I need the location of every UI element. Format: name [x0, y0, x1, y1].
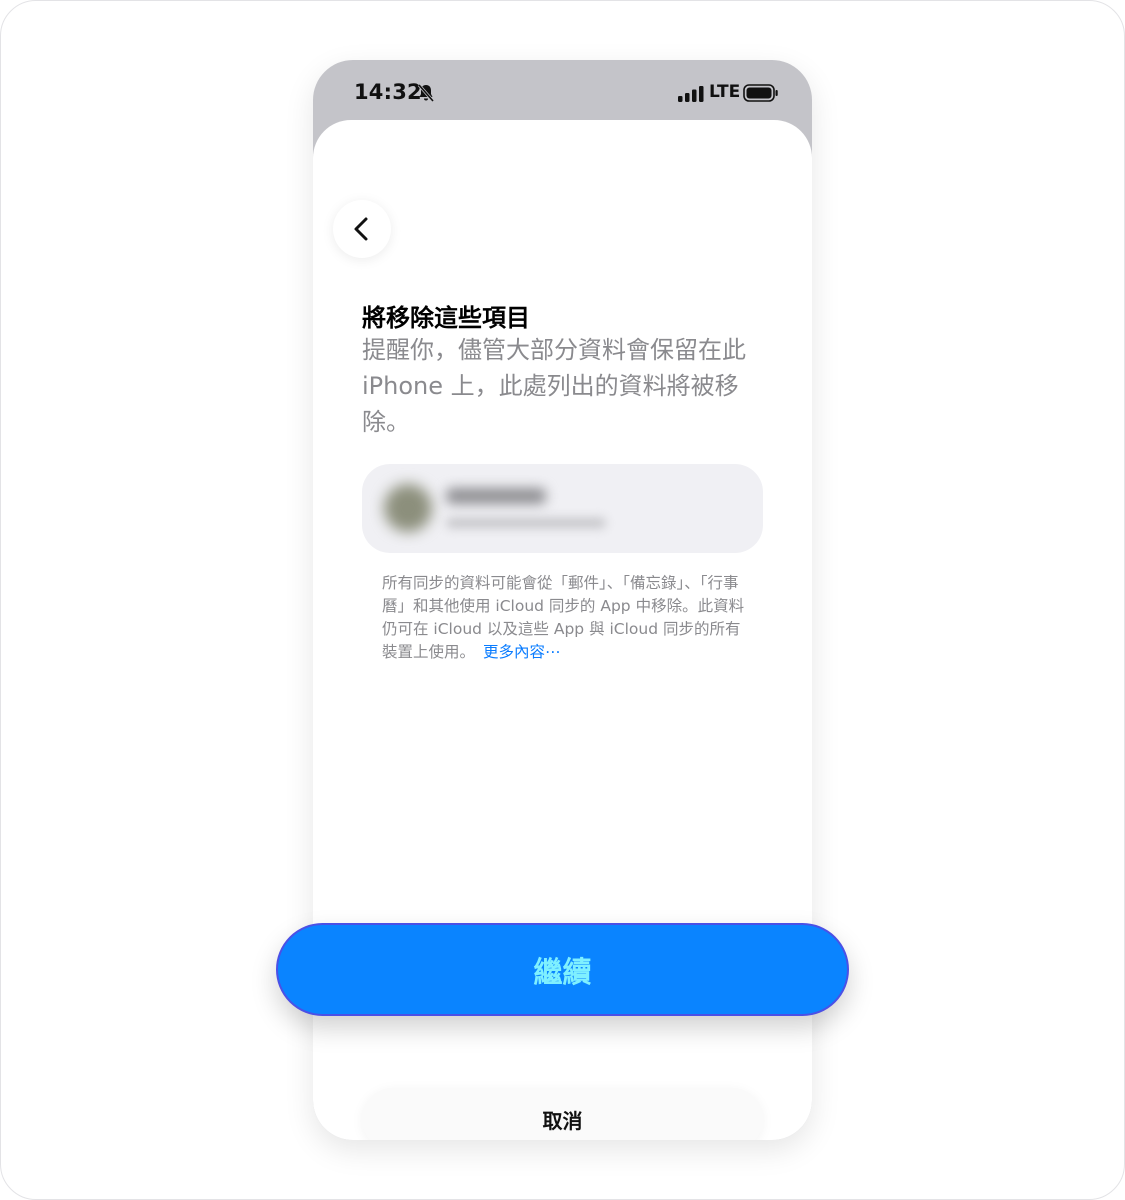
battery-icon: [743, 84, 778, 102]
chevron-left-icon: [354, 217, 368, 241]
network-type: LTE: [709, 82, 741, 102]
bell-slash-icon: [417, 84, 435, 102]
status-time: 14:32: [354, 80, 422, 104]
account-card: [362, 464, 763, 553]
page-title: 將移除這些項目: [362, 304, 530, 332]
description-text: 提醒你，儘管大部分資料會保留在此 iPhone 上，此處列出的資料將被移除。: [362, 336, 746, 436]
continue-button[interactable]: 繼續: [276, 923, 849, 1016]
more-link[interactable]: 更多內容⋯: [483, 643, 561, 661]
cancel-button[interactable]: 取消: [362, 1088, 763, 1140]
back-button[interactable]: [333, 200, 391, 258]
status-bar: 14:32 LTE: [313, 60, 812, 122]
account-detail-blurred: [446, 518, 606, 528]
sync-note-text: 所有同步的資料可能會從「郵件」、「備忘錄」、「行事曆」和其他使用 iCloud …: [382, 574, 745, 661]
signal-bars-icon: [678, 86, 704, 102]
avatar: [384, 484, 432, 532]
account-name-blurred: [446, 488, 546, 504]
sync-note: 所有同步的資料可能會從「郵件」、「備忘錄」、「行事曆」和其他使用 iCloud …: [382, 572, 752, 664]
